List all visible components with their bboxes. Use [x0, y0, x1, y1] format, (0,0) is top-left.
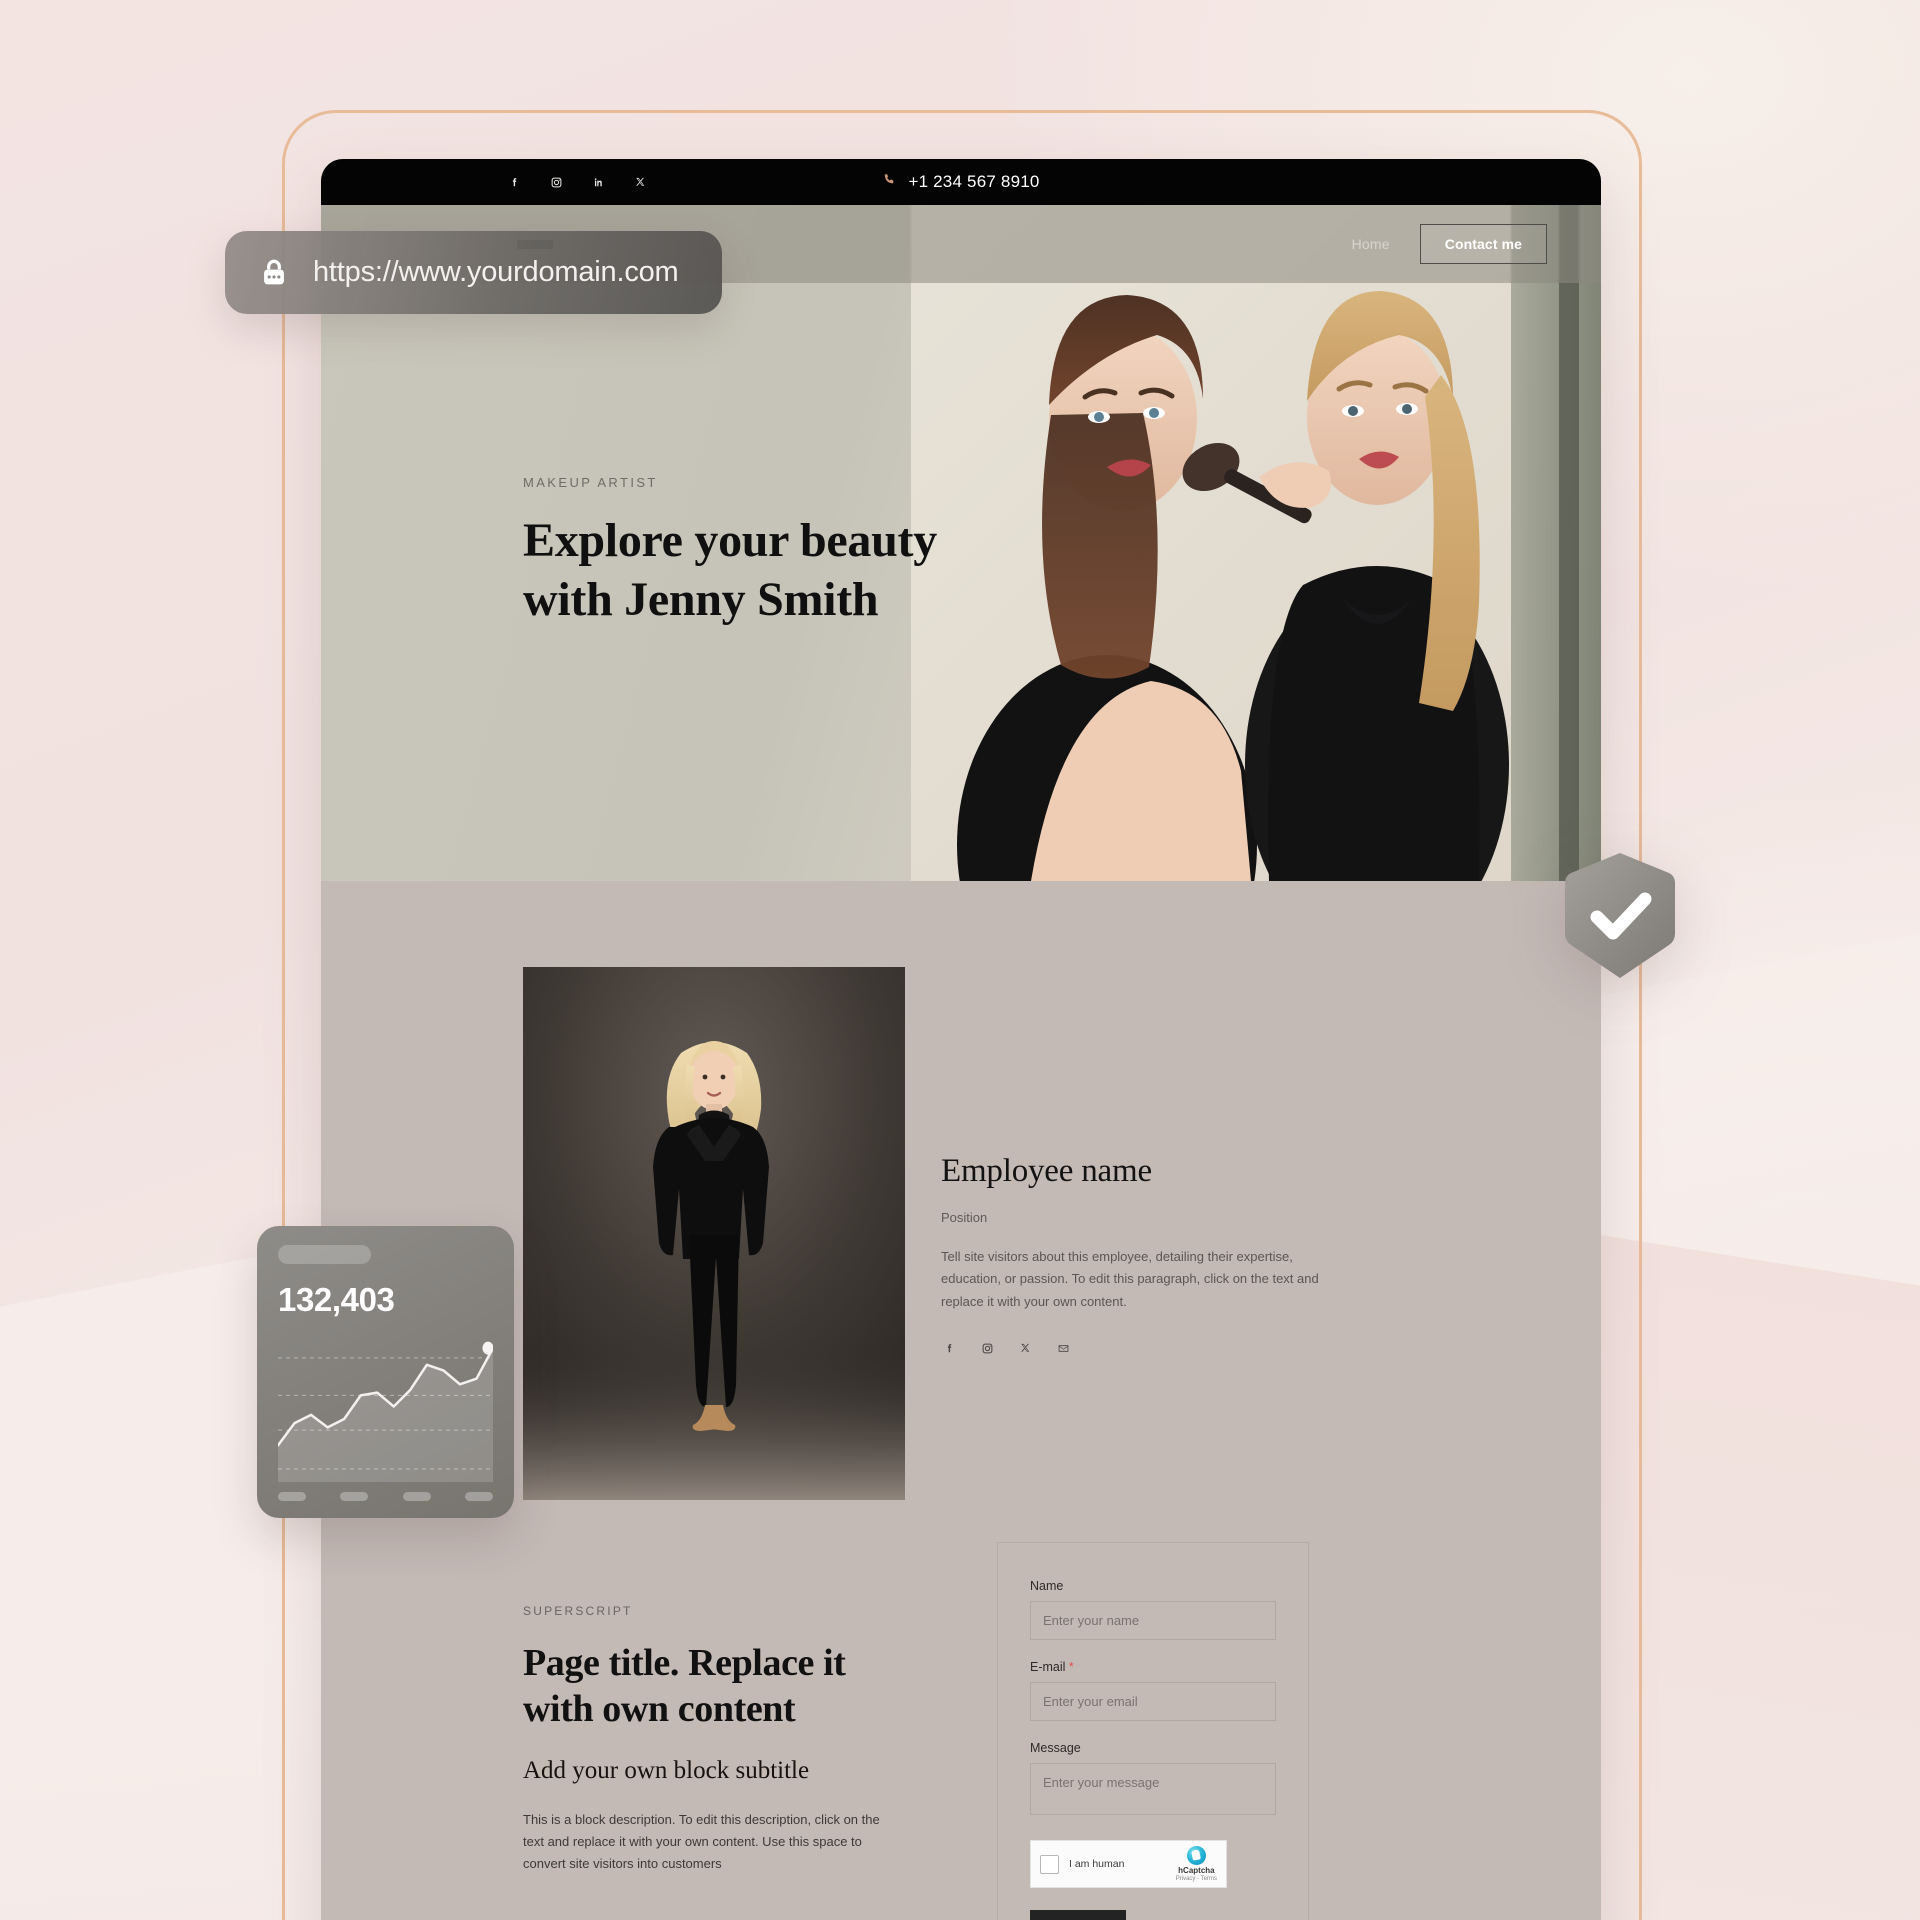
linkedin-icon[interactable]	[590, 174, 606, 190]
stats-value: 132,403	[278, 1281, 395, 1318]
employee-bio: Tell site visitors about this employee, …	[941, 1249, 1319, 1309]
hcaptcha-brand: hCaptcha Privacy - Terms	[1176, 1846, 1217, 1882]
phone-number: +1 234 567 8910	[908, 172, 1040, 191]
contact-me-button[interactable]: Contact me	[1419, 224, 1547, 264]
block-title-line-1: Page title. Replace it	[523, 1642, 846, 1684]
email-label: E-mail *	[1030, 1660, 1276, 1674]
message-field-group: Message	[1030, 1741, 1276, 1820]
block-title: Page title. Replace it with own content	[523, 1640, 903, 1733]
x-icon[interactable]	[1017, 1340, 1033, 1356]
submit-button[interactable]: Submit	[1030, 1910, 1127, 1920]
block-superscript: SUPERSCRIPT	[523, 1604, 633, 1618]
legend-pill	[402, 1492, 431, 1501]
block-title-line-2: with own content	[523, 1688, 796, 1731]
hcaptcha-brand-name: hCaptcha	[1178, 1866, 1215, 1875]
contact-form: Name E-mail * Message I am human hCap	[997, 1542, 1309, 1920]
required-mark: *	[1068, 1660, 1074, 1674]
stats-legend	[278, 1492, 493, 1501]
name-input[interactable]	[1030, 1601, 1276, 1640]
block-subtitle: Add your own block subtitle	[523, 1756, 810, 1784]
legend-pill	[278, 1492, 306, 1501]
employee-info: Employee name Position Tell site visitor…	[941, 967, 1321, 1500]
url-text: https://www.yourdomain.com	[313, 256, 679, 288]
hero-eyebrow: MAKEUP ARTIST	[523, 475, 658, 490]
name-label: Name	[1030, 1579, 1064, 1593]
block-description: This is a block description. To edit thi…	[523, 1811, 880, 1872]
email-input[interactable]	[1030, 1682, 1276, 1721]
employee-photo	[523, 967, 905, 1500]
lock-icon	[257, 256, 291, 290]
topbar-social-links	[506, 174, 648, 190]
topbar-phone[interactable]: +1 234 567 8910	[882, 172, 1039, 192]
stats-area-chart	[278, 1331, 493, 1482]
employee-social-links	[941, 1340, 1321, 1356]
hcaptcha-terms[interactable]: Privacy - Terms	[1176, 1876, 1217, 1882]
hero-title-line-1: Explore your beauty	[523, 514, 937, 567]
employee-name: Employee name	[941, 1153, 1152, 1189]
employee-position: Position	[941, 1210, 988, 1225]
instagram-icon[interactable]	[548, 174, 564, 190]
phone-icon	[882, 172, 897, 192]
x-icon[interactable]	[632, 174, 648, 190]
message-label: Message	[1030, 1741, 1081, 1755]
nav-links: Home Contact me	[1352, 224, 1547, 264]
content-and-form-section: SUPERSCRIPT Page title. Replace it with …	[321, 1500, 1601, 1920]
stats-card-widget: 132,403	[257, 1226, 514, 1518]
message-input[interactable]	[1030, 1763, 1276, 1815]
instagram-icon[interactable]	[979, 1340, 995, 1356]
hero-copy: MAKEUP ARTIST Explore your beauty with J…	[523, 475, 943, 629]
hcaptcha-label: I am human	[1069, 1858, 1125, 1870]
name-field-group: Name	[1030, 1579, 1276, 1640]
hero-photo	[911, 205, 1601, 881]
browser-window-mockup: +1 234 567 8910 Home Contact me MAKEUP A…	[321, 159, 1601, 1920]
legend-pill	[340, 1492, 369, 1501]
facebook-icon[interactable]	[506, 174, 522, 190]
site-topbar: +1 234 567 8910	[321, 159, 1601, 205]
url-bar-overlay[interactable]: https://www.yourdomain.com	[225, 231, 722, 314]
nav-item-home[interactable]: Home	[1352, 236, 1390, 252]
email-field-group: E-mail *	[1030, 1660, 1276, 1721]
legend-pill	[464, 1492, 493, 1501]
hcaptcha-widget[interactable]: I am human hCaptcha Privacy - Terms	[1030, 1840, 1227, 1888]
email-label-text: E-mail	[1030, 1660, 1066, 1674]
hero-title-line-2: with Jenny Smith	[523, 572, 879, 626]
hero-title: Explore your beauty with Jenny Smith	[523, 512, 943, 629]
hcaptcha-logo-icon	[1186, 1846, 1206, 1865]
facebook-icon[interactable]	[941, 1340, 957, 1356]
shield-check-badge	[1559, 851, 1681, 981]
hcaptcha-checkbox[interactable]	[1040, 1854, 1059, 1874]
stats-placeholder-bar	[278, 1245, 371, 1264]
email-icon[interactable]	[1055, 1340, 1071, 1356]
block-copy: SUPERSCRIPT Page title. Replace it with …	[523, 1604, 903, 1920]
